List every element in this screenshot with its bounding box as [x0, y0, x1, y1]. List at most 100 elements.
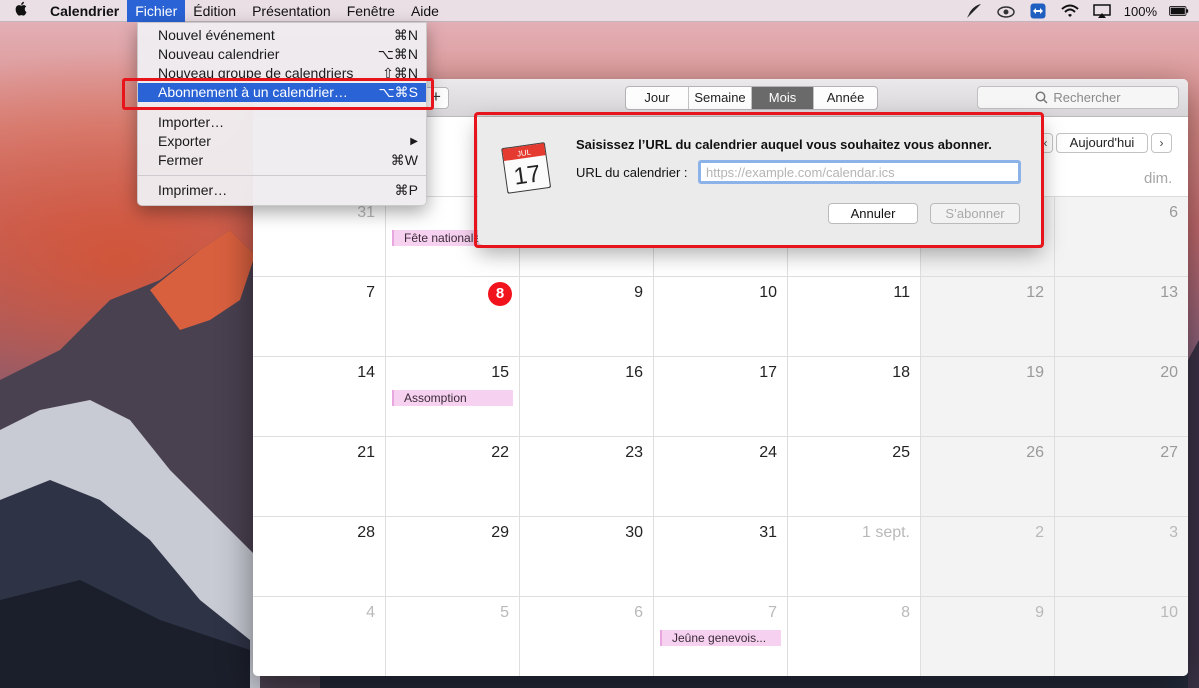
day-cell[interactable]: 29: [386, 517, 520, 597]
dialog-title: Saisissez l’URL du calendrier auquel vou…: [576, 137, 992, 152]
search-placeholder: Rechercher: [1053, 90, 1121, 105]
menu-fichier[interactable]: Fichier: [127, 0, 186, 22]
day-number: 6: [1169, 204, 1178, 221]
day-number: 12: [1026, 284, 1044, 301]
day-cell[interactable]: 10: [1055, 597, 1188, 676]
subscribe-button[interactable]: S’abonner: [930, 203, 1020, 224]
menu-separator: [138, 107, 426, 108]
day-cell[interactable]: 19: [921, 357, 1055, 437]
menu-item-close[interactable]: Fermer ⌘W: [138, 151, 426, 170]
day-cell[interactable]: 4: [253, 597, 386, 676]
menu-separator: [138, 175, 426, 176]
day-cell[interactable]: 15 Assomption: [386, 357, 520, 437]
menu-item-print[interactable]: Imprimer… ⌘P: [138, 181, 426, 200]
day-cell[interactable]: 10: [654, 277, 788, 357]
wifi-icon[interactable]: [1060, 3, 1080, 19]
airplay-icon[interactable]: [1092, 3, 1112, 19]
menu-fenetre[interactable]: Fenêtre: [339, 0, 403, 22]
battery-percent[interactable]: 100%: [1124, 4, 1157, 19]
day-number: 17: [759, 364, 777, 381]
day-cell[interactable]: 16: [520, 357, 654, 437]
day-cell[interactable]: 17: [654, 357, 788, 437]
day-cell[interactable]: 6: [520, 597, 654, 676]
menu-item-shortcut: ⌥⌘S: [378, 84, 418, 100]
menu-item-import[interactable]: Importer…: [138, 113, 426, 132]
day-cell[interactable]: 3: [1055, 517, 1188, 597]
day-cell[interactable]: 30: [520, 517, 654, 597]
day-cell[interactable]: 22: [386, 437, 520, 517]
day-cell[interactable]: 25: [788, 437, 921, 517]
tab-mois[interactable]: Mois: [752, 87, 814, 109]
day-cell[interactable]: 1 sept.: [788, 517, 921, 597]
day-number: 28: [357, 524, 375, 541]
day-cell[interactable]: 2: [921, 517, 1055, 597]
teamviewer-icon[interactable]: [1028, 3, 1048, 19]
day-number: 19: [1026, 364, 1044, 381]
search-icon: [1035, 91, 1048, 104]
day-number: 4: [366, 604, 375, 621]
menu-item-new-event[interactable]: Nouvel événement ⌘N: [138, 26, 426, 45]
menu-item-export[interactable]: Exporter ▶: [138, 132, 426, 151]
day-cell[interactable]: 21: [253, 437, 386, 517]
cancel-button[interactable]: Annuler: [828, 203, 918, 224]
url-field-label: URL du calendrier :: [576, 165, 688, 180]
day-number: 15: [491, 364, 509, 381]
menu-item-new-calendar[interactable]: Nouveau calendrier ⌥⌘N: [138, 45, 426, 64]
day-number: 1 sept.: [861, 524, 910, 541]
day-number: 29: [491, 524, 509, 541]
menu-item-label: Exporter: [158, 133, 211, 149]
day-number: 9: [1035, 604, 1044, 621]
day-cell[interactable]: 31: [253, 197, 386, 277]
tab-jour[interactable]: Jour: [626, 87, 689, 109]
menu-edition[interactable]: Édition: [185, 0, 244, 22]
day-number: 27: [1160, 444, 1178, 461]
day-cell[interactable]: 6: [1055, 197, 1188, 277]
cloud-sync-icon[interactable]: [996, 3, 1016, 19]
day-number: 8: [901, 604, 910, 621]
day-cell[interactable]: 9: [520, 277, 654, 357]
day-cell[interactable]: 18: [788, 357, 921, 437]
day-cell[interactable]: 8: [386, 277, 520, 357]
day-cell[interactable]: 26: [921, 437, 1055, 517]
day-cell[interactable]: 7 Jeûne genevois...: [654, 597, 788, 676]
day-cell[interactable]: 14: [253, 357, 386, 437]
day-number: 31: [759, 524, 777, 541]
day-cell[interactable]: 27: [1055, 437, 1188, 517]
tab-annee[interactable]: Année: [814, 87, 877, 109]
menu-item-subscribe-calendar[interactable]: Abonnement à un calendrier… ⌥⌘S: [138, 83, 426, 102]
day-cell[interactable]: 7: [253, 277, 386, 357]
tab-semaine[interactable]: Semaine: [689, 87, 752, 109]
menu-item-label: Nouvel événement: [158, 27, 275, 43]
search-field[interactable]: Rechercher: [977, 86, 1179, 109]
day-cell[interactable]: 31: [654, 517, 788, 597]
calendar-event[interactable]: Assomption: [392, 390, 513, 406]
apple-menu-icon[interactable]: [0, 1, 42, 20]
feather-icon[interactable]: [964, 3, 984, 19]
day-cell[interactable]: 28: [253, 517, 386, 597]
day-number: 16: [625, 364, 643, 381]
day-number: 7: [768, 604, 777, 621]
day-number: 31: [357, 204, 375, 221]
menu-aide[interactable]: Aide: [403, 0, 447, 22]
menu-item-new-calendar-group[interactable]: Nouveau groupe de calendriers ⇧⌘N: [138, 64, 426, 83]
calendar-url-input[interactable]: [698, 160, 1021, 184]
day-cell[interactable]: 11: [788, 277, 921, 357]
day-number: 13: [1160, 284, 1178, 301]
battery-icon[interactable]: [1169, 3, 1189, 19]
menu-app-name[interactable]: Calendrier: [42, 0, 127, 22]
day-cell[interactable]: 13: [1055, 277, 1188, 357]
day-cell[interactable]: 9: [921, 597, 1055, 676]
day-cell[interactable]: 12: [921, 277, 1055, 357]
day-cell[interactable]: 5: [386, 597, 520, 676]
day-header-sunday: dim.: [1144, 170, 1173, 187]
day-cell[interactable]: 20: [1055, 357, 1188, 437]
menu-presentation[interactable]: Présentation: [244, 0, 339, 22]
today-button[interactable]: Aujourd'hui: [1056, 133, 1148, 153]
next-month-button[interactable]: ›: [1151, 133, 1172, 153]
day-cell[interactable]: 23: [520, 437, 654, 517]
today-date-badge: 8: [488, 282, 512, 306]
day-cell[interactable]: 8: [788, 597, 921, 676]
menu-item-label: Imprimer…: [158, 182, 228, 198]
calendar-event[interactable]: Jeûne genevois...: [660, 630, 781, 646]
day-cell[interactable]: 24: [654, 437, 788, 517]
